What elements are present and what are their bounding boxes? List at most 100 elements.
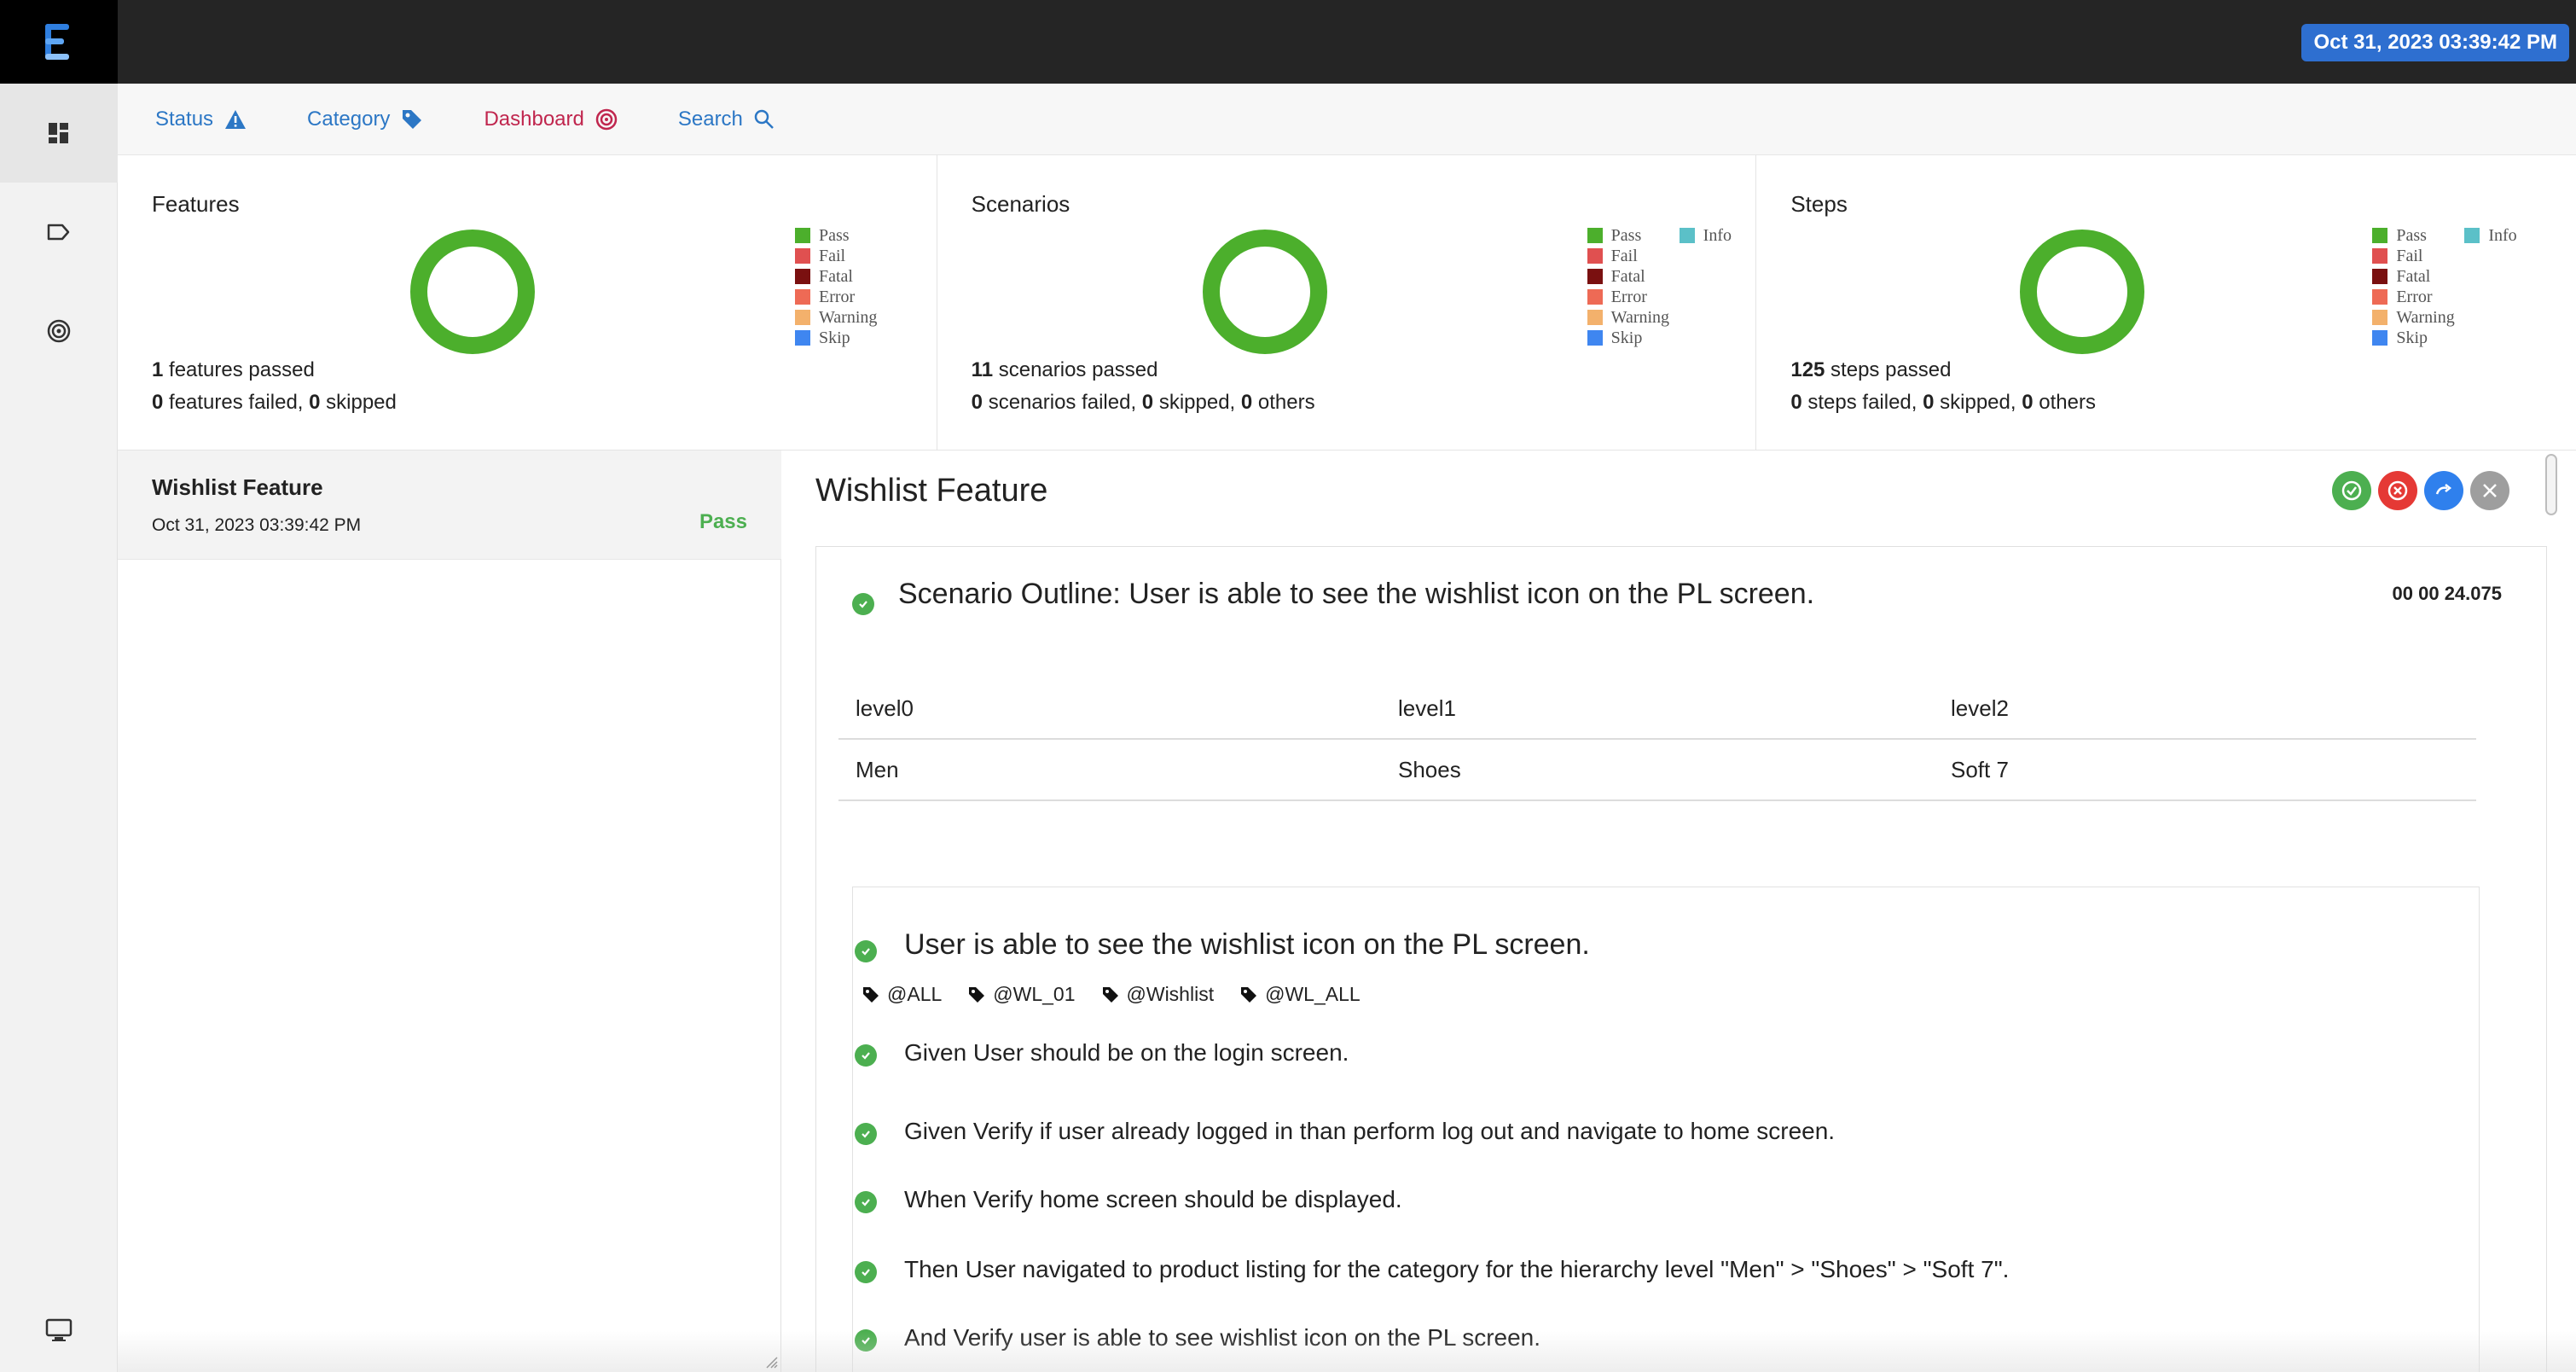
scenarios-failed-summary: 0 scenarios failed, 0 skipped, 0 others — [971, 391, 1315, 414]
check-circle-icon — [855, 1123, 877, 1145]
nav-search-label: Search — [677, 107, 743, 131]
features-donut-chart — [410, 230, 535, 354]
close-icon — [2483, 484, 2497, 497]
extent-logo-icon — [45, 24, 69, 60]
redo-icon — [2435, 484, 2452, 495]
check-circle-icon — [855, 1044, 877, 1067]
monitor-icon — [45, 1318, 73, 1341]
nav-category-label: Category — [307, 107, 391, 131]
nav-status-label: Status — [155, 107, 214, 131]
detail-title: Wishlist Feature — [815, 473, 1048, 509]
check-circle-icon — [855, 1261, 877, 1283]
scenarios-legend: Pass Fail Fatal Error Warning Skip — [1587, 225, 1669, 348]
tag-chip[interactable]: @WL_01 — [967, 983, 1076, 1006]
status-filter-buttons — [2332, 471, 2509, 510]
table-header-row: level0 level1 level2 — [838, 678, 2476, 740]
sidebar-item-tags[interactable] — [0, 183, 118, 282]
tag-chip[interactable]: @ALL — [862, 983, 942, 1006]
scenario-card: Scenario Outline: User is able to see th… — [815, 546, 2547, 1372]
tag-label: @ALL — [887, 983, 943, 1005]
scenario-title: Scenario Outline: User is able to see th… — [898, 578, 1815, 610]
tag-icon — [403, 109, 422, 129]
feature-list-panel: Wishlist Feature Oct 31, 2023 03:39:42 P… — [118, 451, 781, 1372]
tag-chip[interactable]: @WL_ALL — [1239, 983, 1361, 1006]
app-logo[interactable] — [0, 0, 118, 84]
tag-icon — [969, 986, 985, 1003]
steps-card-title: Steps — [1790, 191, 1848, 217]
features-failed-summary: 0 features failed, 0 skipped — [152, 391, 397, 414]
tag-icon — [1241, 986, 1257, 1003]
nav-dashboard-label: Dashboard — [484, 107, 584, 131]
steps-donut-chart — [2020, 230, 2145, 354]
tag-label: @WL_ALL — [1265, 983, 1361, 1005]
view-nav: Status Category Dashboard Search — [118, 84, 2576, 155]
tag-chip[interactable]: @Wishlist — [1101, 983, 1215, 1006]
nav-dashboard[interactable]: Dashboard — [484, 108, 618, 131]
table-cell: Shoes — [1398, 756, 1461, 782]
filter-fail-button[interactable] — [2378, 471, 2417, 510]
check-circle-icon — [855, 940, 877, 962]
step-text: Given User should be on the login screen… — [904, 1039, 1349, 1066]
scenarios-donut-chart — [1202, 230, 1327, 354]
filter-skip-button[interactable] — [2424, 471, 2463, 510]
left-sidebar — [0, 84, 118, 1372]
features-passed-summary: 1 features passed — [152, 358, 315, 381]
feature-name: Wishlist Feature — [152, 474, 323, 500]
features-card: Features Pass Fail Fatal Error Warning S… — [118, 155, 937, 451]
tag-outline-icon — [47, 224, 70, 241]
tag-list: @ALL @WL_01 @Wishlist @WL_ALL — [862, 983, 1361, 1006]
steps-legend-info: Info — [2464, 225, 2517, 246]
step-text: Then User navigated to product listing f… — [904, 1256, 2010, 1282]
top-bar: Oct 31, 2023 03:39:42 PM — [0, 0, 2576, 84]
steps-passed-summary: 125 steps passed — [1790, 358, 1952, 381]
scenarios-legend-info: Info — [1679, 225, 1732, 246]
summary-cards: Features Pass Fail Fatal Error Warning S… — [118, 155, 2576, 451]
tag-icon — [863, 986, 879, 1003]
sidebar-item-monitor[interactable] — [0, 1292, 118, 1369]
report-timestamp-badge: Oct 31, 2023 03:39:42 PM — [2301, 24, 2569, 61]
filter-pass-button[interactable] — [2332, 471, 2371, 510]
tag-label: @WL_01 — [993, 983, 1076, 1005]
scenarios-card: Scenarios Pass Fail Fatal Error Warning … — [937, 155, 1757, 451]
target-icon — [47, 319, 71, 343]
nav-category[interactable]: Category — [307, 108, 424, 131]
steps-card: Steps Pass Fail Fatal Error Warning Skip… — [1756, 155, 2576, 451]
dashboard-grid-icon — [49, 123, 68, 143]
features-card-title: Features — [152, 191, 240, 217]
feature-detail-panel: Wishlist Feature Scenario Outline: User … — [781, 451, 2576, 1372]
steps-legend: Pass Fail Fatal Error Warning Skip — [2372, 225, 2455, 348]
search-icon — [754, 109, 774, 129]
check-circle-icon — [2341, 480, 2362, 501]
nav-search[interactable]: Search — [678, 108, 775, 131]
detail-scrollbar[interactable] — [2545, 454, 2557, 515]
warning-triangle-icon — [225, 109, 247, 129]
bottom-shadow — [118, 1331, 2576, 1372]
steps-failed-summary: 0 steps failed, 0 skipped, 0 others — [1790, 391, 2096, 414]
nav-status[interactable]: Status — [155, 108, 247, 131]
table-row: Men Shoes Soft 7 — [838, 740, 2476, 801]
scenario-example-card: User is able to see the wishlist icon on… — [852, 887, 2480, 1372]
table-cell: Soft 7 — [1951, 756, 2009, 782]
feature-status-badge: Pass — [699, 510, 747, 533]
table-cell: Men — [856, 756, 899, 782]
tag-icon — [1102, 986, 1118, 1003]
step-text: When Verify home screen should be displa… — [904, 1186, 1402, 1212]
feature-date: Oct 31, 2023 03:39:42 PM — [152, 515, 362, 535]
features-legend: Pass Fail Fatal Error Warning Skip — [795, 225, 877, 348]
check-circle-icon — [852, 593, 874, 615]
tag-label: @Wishlist — [1126, 983, 1215, 1005]
resize-grip-icon[interactable] — [764, 1355, 778, 1369]
scenario-duration: 00 00 24.075 — [2392, 583, 2502, 604]
table-header-cell: level1 — [1398, 695, 1456, 721]
close-circle-icon — [2387, 480, 2408, 501]
step-text: Given Verify if user already logged in t… — [904, 1118, 1836, 1144]
feature-list-item[interactable]: Wishlist Feature Oct 31, 2023 03:39:42 P… — [118, 451, 781, 560]
scenario-example-title: User is able to see the wishlist icon on… — [904, 928, 1590, 961]
table-header-cell: level0 — [856, 695, 914, 721]
table-header-cell: level2 — [1951, 695, 2009, 721]
sidebar-item-dashboard[interactable] — [0, 84, 118, 183]
scenarios-passed-summary: 11 scenarios passed — [971, 358, 1158, 381]
target-icon — [595, 108, 618, 130]
filter-clear-button[interactable] — [2470, 471, 2509, 510]
sidebar-item-target[interactable] — [0, 282, 118, 381]
